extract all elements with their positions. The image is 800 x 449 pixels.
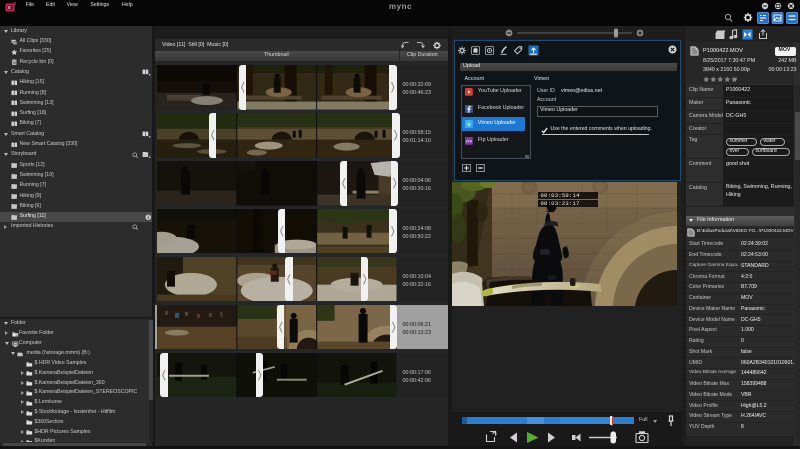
svg-text:FTP: FTP — [466, 140, 472, 144]
svg-text:v: v — [467, 122, 470, 128]
